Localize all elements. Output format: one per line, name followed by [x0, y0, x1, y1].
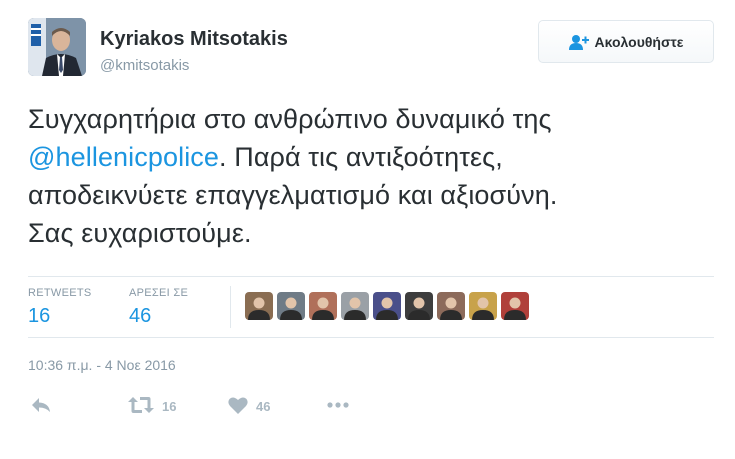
more-icon: [326, 396, 350, 417]
retweet-button[interactable]: 16: [128, 396, 176, 417]
liker-avatar[interactable]: [469, 292, 497, 320]
liker-avatar[interactable]: [373, 292, 401, 320]
tweet-text-line: @hellenicpolice. Παρά τις αντιξοότητες,: [28, 138, 718, 176]
avatar-icon: [309, 292, 337, 320]
reply-icon: [30, 396, 52, 417]
liker-avatar[interactable]: [309, 292, 337, 320]
retweet-count: 16: [162, 399, 177, 414]
retweets-stat[interactable]: RETWEETS 16: [28, 287, 92, 328]
tweet-text-line: Σας ευχαριστούμε.: [28, 218, 252, 248]
divider: [28, 276, 714, 277]
likes-stat[interactable]: ΑΡΕΣΕΙ ΣΕ 46: [129, 287, 188, 328]
follow-user-icon: [568, 34, 589, 50]
likes-label: ΑΡΕΣΕΙ ΣΕ: [129, 287, 189, 299]
liker-avatar[interactable]: [341, 292, 369, 320]
more-button[interactable]: [326, 396, 350, 417]
user-handle[interactable]: @kmitsotakis: [100, 57, 189, 74]
liker-avatar[interactable]: [277, 292, 305, 320]
divider: [28, 337, 714, 338]
avatar-icon: [501, 292, 529, 320]
avatar-icon: [277, 292, 305, 320]
avatar-icon: [373, 292, 401, 320]
retweets-label: RETWEETS: [28, 287, 92, 299]
avatar-icon: [341, 292, 369, 320]
profile-avatar[interactable]: [28, 18, 86, 76]
follow-button-label: Ακολουθήστε: [594, 33, 684, 50]
likes-count: 46: [129, 305, 152, 327]
retweets-count: 16: [28, 305, 51, 327]
liker-avatar[interactable]: [405, 292, 433, 320]
tweet-card: Kyriakos Mitsotakis @kmitsotakis Ακολουθ…: [0, 0, 735, 459]
avatar-icon: [437, 292, 465, 320]
reply-button[interactable]: [30, 396, 52, 417]
heart-icon: [228, 396, 248, 417]
likers-avatars: [245, 292, 529, 320]
user-fullname[interactable]: Kyriakos Mitsotakis: [100, 28, 288, 51]
follow-button[interactable]: Ακολουθήστε: [538, 20, 714, 63]
avatar-icon: [405, 292, 433, 320]
stats-separator: [230, 286, 231, 328]
liker-avatar[interactable]: [501, 292, 529, 320]
liker-avatar[interactable]: [245, 292, 273, 320]
tweet-text: Συγχαρητήρια στο ανθρώπινο δυναμικό της …: [28, 100, 718, 252]
tweet-text-fragment: . Παρά τις αντιξοότητες,: [219, 142, 503, 172]
mention-link[interactable]: @hellenicpolice: [28, 142, 219, 172]
avatar-icon: [245, 292, 273, 320]
retweet-icon: [128, 396, 154, 417]
liker-avatar[interactable]: [437, 292, 465, 320]
like-count: 46: [256, 399, 271, 414]
tweet-text-line: αποδεικνύετε επαγγελματισμό και αξιοσύνη…: [28, 180, 558, 210]
avatar-icon: [469, 292, 497, 320]
like-button[interactable]: 46: [228, 396, 270, 417]
tweet-text-line: Συγχαρητήρια στο ανθρώπινο δυναμικό της: [28, 104, 552, 134]
tweet-timestamp[interactable]: 10:36 π.μ. - 4 Νοε 2016: [28, 357, 176, 373]
